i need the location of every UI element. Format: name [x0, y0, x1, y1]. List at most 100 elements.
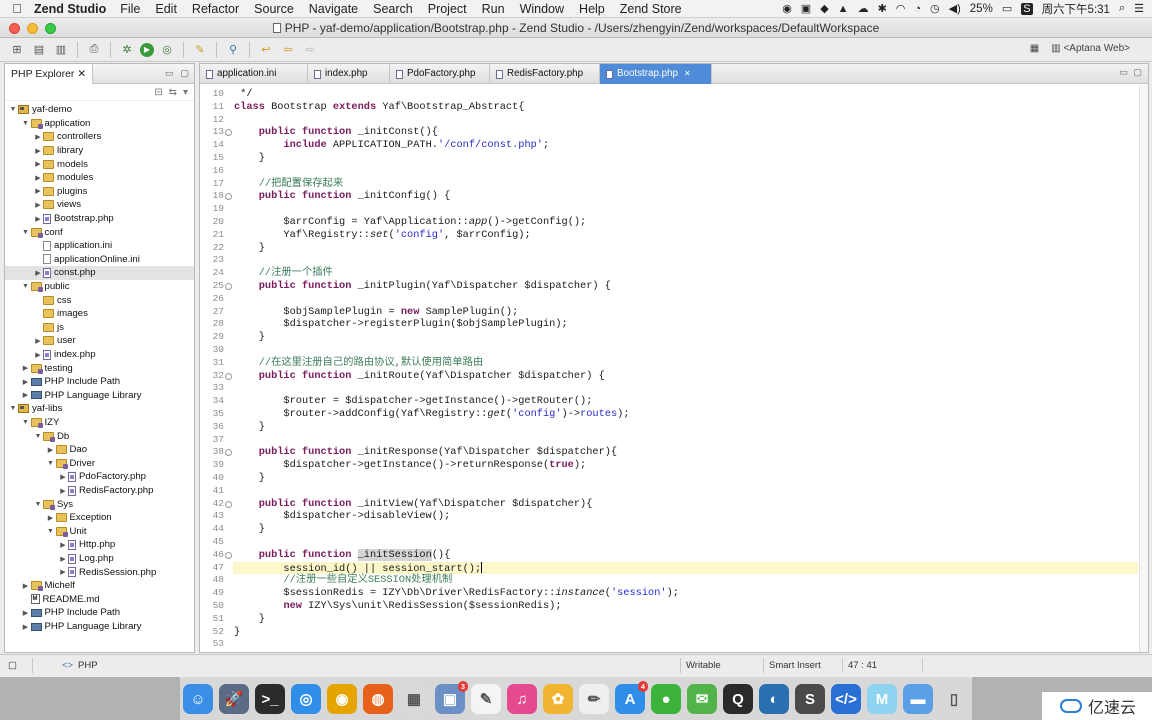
debug-icon[interactable]: ✲	[118, 41, 136, 59]
tree-item[interactable]: ▶ index.php	[5, 348, 194, 362]
apple-icon[interactable]: 	[0, 1, 34, 16]
close-window-button[interactable]	[9, 23, 20, 34]
dock-terminal-icon[interactable]: >_	[255, 684, 285, 714]
tree-item[interactable]: ▶ Bootstrap.php	[5, 212, 194, 226]
menu-source[interactable]: Source	[254, 2, 294, 16]
editor-scrollbar[interactable]	[1139, 85, 1148, 652]
expanded-arrow-icon[interactable]: ▼	[46, 528, 56, 535]
menu-edit[interactable]: Edit	[155, 2, 177, 16]
close-tab-icon[interactable]: ✕	[684, 64, 691, 84]
collapsed-arrow-icon[interactable]: ▶	[21, 582, 31, 590]
record-icon[interactable]: ◉	[782, 2, 792, 15]
expanded-arrow-icon[interactable]: ▼	[8, 405, 18, 412]
tree-item[interactable]: ▶ PdoFactory.php	[5, 470, 194, 484]
dock-firefox-icon[interactable]: ◍	[363, 684, 393, 714]
tab-application-ini[interactable]: application.ini	[200, 64, 308, 84]
menu-navigate[interactable]: Navigate	[309, 2, 358, 16]
tab-pdofactory-php[interactable]: PdoFactory.php	[390, 64, 490, 84]
tree-item[interactable]: ▼ Db	[5, 429, 194, 443]
view-menu-icon[interactable]: ▾	[183, 87, 188, 98]
expanded-arrow-icon[interactable]: ▼	[33, 433, 43, 440]
minimize-window-button[interactable]	[27, 23, 38, 34]
tree-item[interactable]: ▶ library	[5, 144, 194, 158]
collapsed-arrow-icon[interactable]: ▶	[33, 187, 43, 195]
dock-mou-icon[interactable]: M	[867, 684, 897, 714]
menubar-clock[interactable]: 周六下午5:31	[1042, 1, 1110, 17]
tree-item[interactable]: ▼ yaf-demo	[5, 103, 194, 117]
tree-item[interactable]: ▶ views	[5, 198, 194, 212]
fold-toggle-icon[interactable]	[225, 193, 232, 201]
tree-item[interactable]: ▶ models	[5, 157, 194, 171]
collapsed-arrow-icon[interactable]: ▶	[33, 351, 43, 359]
dock-notes-icon[interactable]: ✏	[579, 684, 609, 714]
menu-file[interactable]: File	[120, 2, 140, 16]
fold-toggle-icon[interactable]	[225, 551, 232, 559]
perspective-grid-icon[interactable]: ▦	[1030, 43, 1039, 54]
tree-item[interactable]: M README.md	[5, 593, 194, 607]
fold-toggle-icon[interactable]	[225, 449, 232, 457]
menu-zend-store[interactable]: Zend Store	[620, 2, 682, 16]
fold-toggle-icon[interactable]	[225, 500, 232, 508]
tree-item[interactable]: images	[5, 307, 194, 321]
collapsed-arrow-icon[interactable]: ▶	[33, 160, 43, 168]
zoom-window-button[interactable]	[45, 23, 56, 34]
tree-item[interactable]: ▶ PHP Include Path	[5, 606, 194, 620]
menu-window[interactable]: Window	[520, 2, 564, 16]
tree-item[interactable]: ▼ Sys	[5, 497, 194, 511]
tree-item[interactable]: ▼ Unit	[5, 525, 194, 539]
tree-item[interactable]: ▼ conf	[5, 225, 194, 239]
minimize-editor-icon[interactable]: ▭	[1119, 67, 1128, 78]
collapsed-arrow-icon[interactable]: ▶	[58, 541, 68, 549]
bluetooth-icon[interactable]: ✱	[878, 2, 887, 15]
print-icon[interactable]: ⎙	[85, 41, 103, 59]
tree-item[interactable]: ▶ RedisSession.php	[5, 565, 194, 579]
fold-toggle-icon[interactable]	[225, 283, 232, 290]
collapsed-arrow-icon[interactable]: ▶	[21, 623, 31, 631]
dock-zend-studio-icon[interactable]: </>	[831, 684, 861, 714]
tree-item[interactable]: ▶ PHP Language Library	[5, 620, 194, 634]
collapsed-arrow-icon[interactable]: ▶	[33, 215, 43, 223]
maximize-editor-icon[interactable]: ▢	[1133, 67, 1142, 78]
collapsed-arrow-icon[interactable]: ▶	[33, 201, 43, 209]
volume-icon[interactable]: ◀)	[949, 2, 961, 15]
dock-chrome-icon[interactable]: ◉	[327, 684, 357, 714]
tree-item[interactable]: ▼ yaf-libs	[5, 402, 194, 416]
cloud-icon[interactable]: ☁	[858, 2, 869, 15]
save-all-icon[interactable]: ▥	[52, 41, 70, 59]
collapsed-arrow-icon[interactable]: ▶	[21, 378, 31, 386]
menu-help[interactable]: Help	[579, 2, 605, 16]
search-icon[interactable]: ⚲	[224, 41, 242, 59]
collapsed-arrow-icon[interactable]: ▶	[33, 147, 43, 155]
collapsed-arrow-icon[interactable]: ▶	[33, 133, 43, 141]
input-source-icon[interactable]: S	[1021, 2, 1033, 15]
tree-item[interactable]: ▼ application	[5, 117, 194, 131]
status-tool-icon[interactable]: ◆	[820, 2, 828, 15]
menu-refactor[interactable]: Refactor	[192, 2, 239, 16]
forward-icon[interactable]: ⇦	[279, 41, 297, 59]
tree-item[interactable]: ▶ RedisFactory.php	[5, 484, 194, 498]
tree-item[interactable]: ▶ PHP Include Path	[5, 375, 194, 389]
close-icon[interactable]: ✕	[77, 68, 86, 80]
dock-evernote-icon[interactable]: ●	[651, 684, 681, 714]
tree-item[interactable]: applicationOnline.ini	[5, 253, 194, 267]
link-editor-icon[interactable]: ⇆	[169, 87, 177, 98]
collapsed-arrow-icon[interactable]: ▶	[33, 174, 43, 182]
collapsed-arrow-icon[interactable]: ▶	[46, 446, 56, 454]
run-external-icon[interactable]: ◎	[158, 41, 176, 59]
dock-preview-icon[interactable]: ▣ 3	[435, 681, 468, 714]
tree-item[interactable]: ▼ Driver	[5, 457, 194, 471]
menu-run[interactable]: Run	[482, 2, 505, 16]
spotlight-icon[interactable]: ⌕	[1119, 2, 1125, 15]
next-icon[interactable]: ⇨	[301, 41, 319, 59]
expanded-arrow-icon[interactable]: ▼	[21, 120, 31, 127]
tree-item[interactable]: ▶ testing	[5, 361, 194, 375]
tab-index-php[interactable]: index.php	[308, 64, 390, 84]
collapsed-arrow-icon[interactable]: ▶	[58, 555, 68, 563]
collapsed-arrow-icon[interactable]: ▶	[58, 568, 68, 576]
time-machine-icon[interactable]: ◷	[930, 2, 940, 15]
minimize-view-icon[interactable]: ▭	[165, 68, 174, 79]
tree-item[interactable]: ▶ user	[5, 334, 194, 348]
fold-toggle-icon[interactable]	[225, 129, 232, 137]
expanded-arrow-icon[interactable]: ▼	[46, 460, 56, 467]
open-type-icon[interactable]: ✎	[191, 41, 209, 59]
